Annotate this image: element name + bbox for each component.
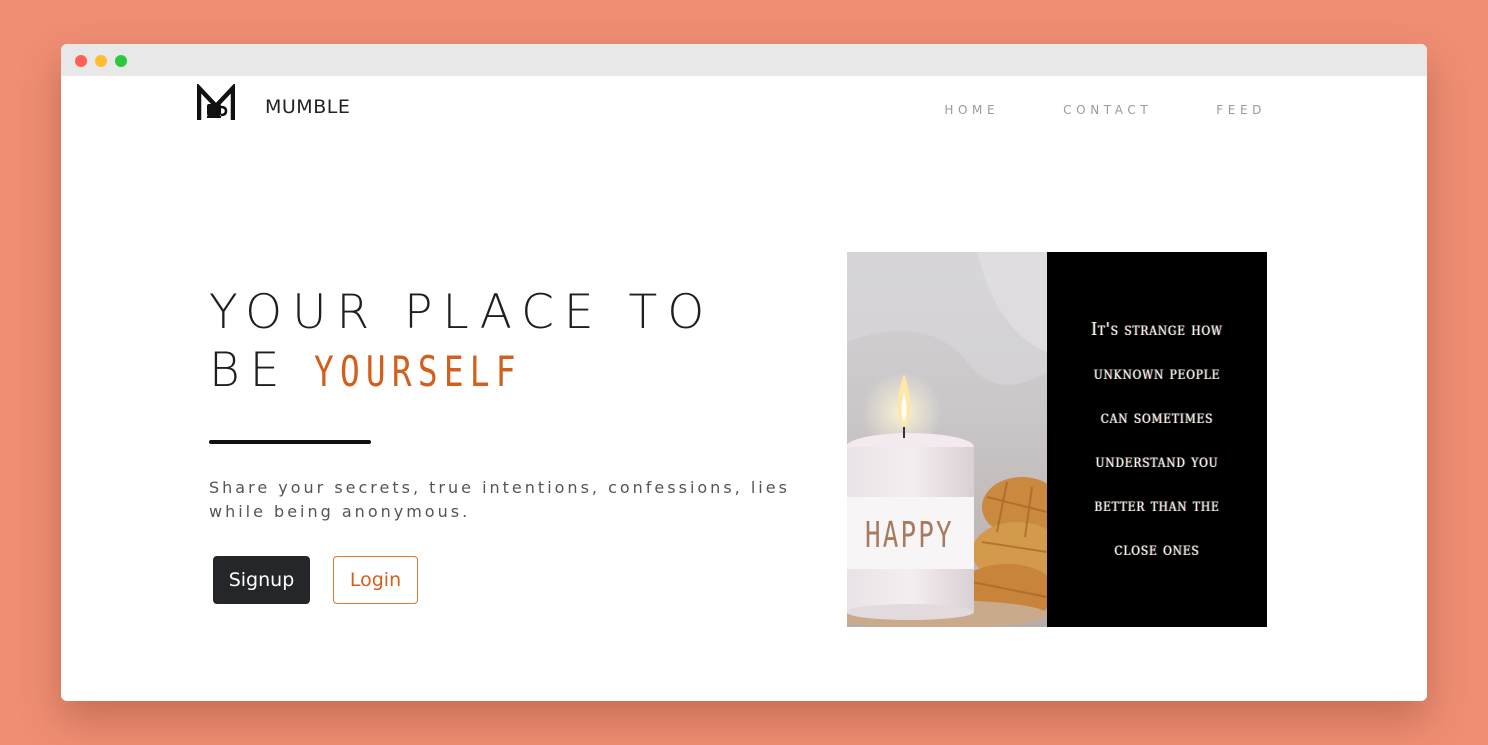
window-titlebar [61, 44, 1427, 76]
minimize-window-icon[interactable] [95, 55, 107, 67]
login-button[interactable]: Login [333, 556, 418, 604]
main-nav: HOME CONTACT FEED [944, 103, 1266, 117]
candle-photo: HAPPY [847, 252, 1047, 627]
quote-text: It's strange how unknown people can some… [1091, 318, 1223, 560]
brand-name[interactable]: MUMBLE [265, 96, 350, 118]
title-underline [209, 440, 371, 444]
candle-illustration [847, 252, 1047, 627]
browser-window: MUMBLE HOME CONTACT FEED YOUR PLACE TO B… [61, 44, 1427, 701]
hero-title-accent: YOURSELF [314, 347, 523, 396]
nav-feed[interactable]: FEED [1216, 103, 1266, 117]
maximize-window-icon[interactable] [115, 55, 127, 67]
mumble-logo-icon[interactable] [197, 84, 235, 122]
close-window-icon[interactable] [75, 55, 87, 67]
hero-title-line1: YOUR PLACE TO [209, 285, 715, 340]
candle-label: HAPPY [865, 515, 954, 556]
page-content: MUMBLE HOME CONTACT FEED YOUR PLACE TO B… [61, 76, 1427, 701]
signup-button[interactable]: Signup [213, 556, 310, 604]
hero-title-prefix: BE [209, 343, 290, 398]
quote-panel: It's strange how unknown people can some… [1047, 252, 1267, 627]
hero-title: YOUR PLACE TO BE YOURSELF [209, 284, 714, 401]
hero-image-card: HAPPY It's strange how unknown people ca… [847, 252, 1267, 627]
nav-contact[interactable]: CONTACT [1063, 103, 1152, 117]
nav-home[interactable]: HOME [944, 103, 999, 117]
hero-tagline: Share your secrets, true intentions, con… [209, 478, 790, 521]
